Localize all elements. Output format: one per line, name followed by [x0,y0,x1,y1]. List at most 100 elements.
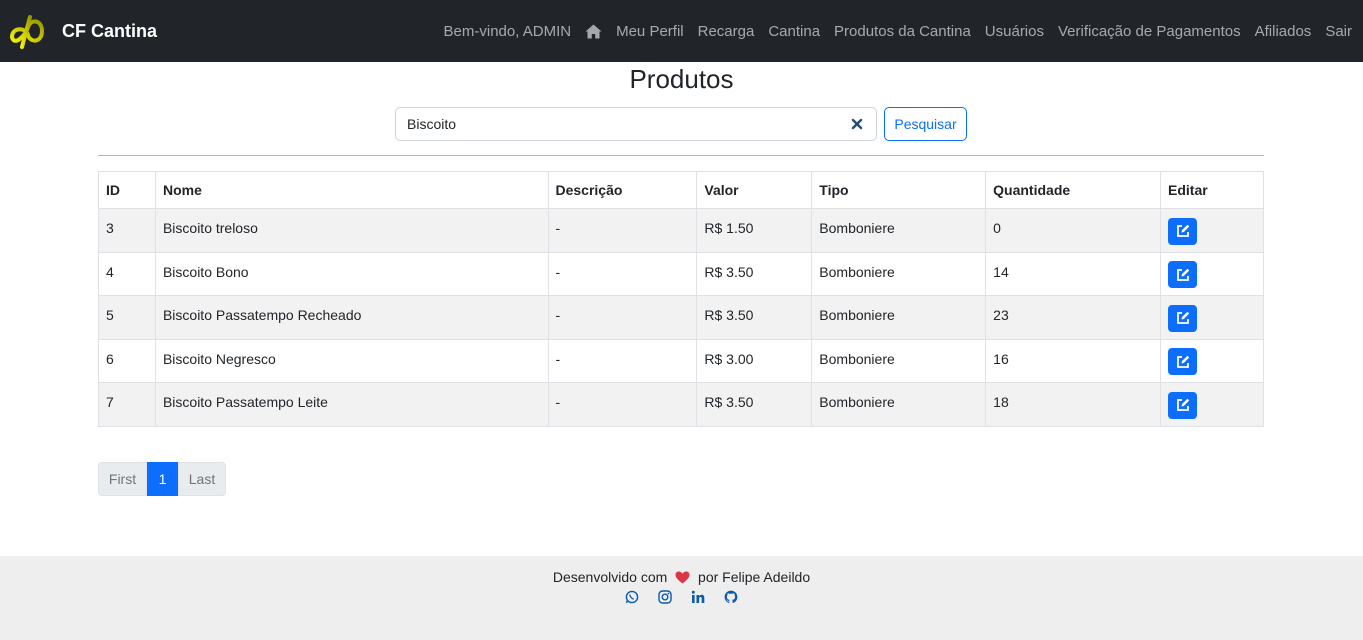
edit-button[interactable] [1168,217,1198,245]
cell-valor-text: R$ 1.50 [704,220,754,237]
cell-id: 7 [98,382,156,427]
edit-icon [1176,268,1189,281]
cell-descricao-text: - [555,350,561,367]
cell-id-text: 4 [106,263,114,280]
cell-nome-text: Biscoito Bono [162,263,249,280]
cell-descricao: - [547,338,698,383]
nav-usuarios[interactable]: Usuários [978,23,1051,40]
footer-text-before: Desenvolvido com [552,569,668,585]
cell-quantidade: 23 [985,295,1162,340]
cell-valor: R$ 1.50 [696,208,813,253]
cell-tipo: Bomboniere [811,338,987,383]
linkedin-icon [691,590,705,603]
footer: Desenvolvido com por Felipe Adeildo [0,556,1363,640]
linkedin-link[interactable] [691,590,705,604]
edit-icon [1176,399,1189,412]
cell-descricao: - [547,208,698,253]
cell-id: 5 [98,295,156,340]
cell-quantidade-text: 16 [993,350,1009,367]
cell-nome-text: Biscoito Passatempo Recheado [162,307,362,324]
cell-quantidade: 0 [985,208,1162,253]
github-link[interactable] [724,590,738,604]
close-icon[interactable] [850,117,864,131]
welcome-text: Bem-vindo, ADMIN [443,22,572,40]
cell-id-text: 5 [106,307,114,324]
table-row: 6 Biscoito Negresco - R$ 3.00 Bomboniere… [98,338,1264,383]
header-id: ID [98,171,156,209]
header-tipo: Tipo [811,171,987,209]
cell-quantidade-text: 23 [993,307,1009,324]
cell-descricao-text: - [555,394,561,411]
nav-verificacao-pagamentos[interactable]: Verificação de Pagamentos [1051,23,1248,40]
cell-descricao-text: - [555,220,561,237]
whatsapp-link[interactable] [625,590,639,604]
cell-editar [1160,295,1264,340]
cell-valor-text: R$ 3.50 [704,307,754,324]
cell-valor: R$ 3.50 [696,382,813,427]
edit-button[interactable] [1168,348,1198,376]
nav-home[interactable] [578,24,609,39]
cell-valor: R$ 3.50 [696,251,813,296]
instagram-icon [658,590,672,604]
instagram-link[interactable] [658,590,672,604]
table-header-row: ID Nome Descrição Valor Tipo Quantidade … [98,171,1264,209]
logo-icon [9,15,45,49]
search-button[interactable]: Pesquisar [884,107,967,141]
whatsapp-icon [625,590,639,604]
cell-descricao: - [547,251,698,296]
header-descricao: Descrição [547,171,698,209]
home-icon [585,24,602,38]
table-row: 3 Biscoito treloso - R$ 1.50 Bomboniere … [98,208,1264,253]
cell-id: 6 [98,338,156,383]
cell-id: 4 [98,251,156,296]
page-first-button[interactable]: First [98,462,147,496]
edit-button[interactable] [1168,391,1198,419]
cell-valor-text: R$ 3.50 [704,394,754,411]
cell-tipo: Bomboniere [811,382,987,427]
cell-tipo-text: Bomboniere [819,350,895,367]
cell-quantidade: 16 [985,338,1162,383]
cell-tipo-text: Bomboniere [819,220,895,237]
cell-valor: R$ 3.00 [696,338,813,383]
cell-tipo-text: Bomboniere [819,394,895,411]
cell-nome: Biscoito Passatempo Leite [154,382,549,427]
nav-cantina[interactable]: Cantina [761,23,827,40]
cell-descricao: - [547,382,698,427]
cell-tipo: Bomboniere [811,208,987,253]
edit-icon [1176,225,1189,238]
search-field [395,107,877,141]
nav-produtos-da-cantina[interactable]: Produtos da Cantina [827,23,978,40]
cell-valor-text: R$ 3.50 [704,263,754,280]
cell-quantidade-text: 0 [993,220,1001,237]
navbar: CF Cantina Bem-vindo, ADMIN Meu Perfil R… [0,0,1363,62]
header-quantidade: Quantidade [985,171,1162,209]
cell-editar [1160,338,1264,383]
table-row: 4 Biscoito Bono - R$ 3.50 Bomboniere 14 [98,251,1264,296]
edit-button[interactable] [1168,304,1198,332]
cell-id-text: 6 [106,350,114,367]
cell-quantidade: 14 [985,251,1162,296]
cell-tipo: Bomboniere [811,251,987,296]
cell-editar [1160,251,1264,296]
cell-tipo-text: Bomboniere [819,263,895,280]
header-editar: Editar [1160,171,1264,209]
cell-valor: R$ 3.50 [696,295,813,340]
footer-text-after: por Felipe Adeildo [698,569,811,585]
brand[interactable]: CF Cantina [8,11,157,51]
header-valor: Valor [696,171,813,209]
edit-button[interactable] [1168,261,1198,289]
search-input[interactable] [396,108,816,140]
cell-nome-text: Biscoito treloso [162,220,258,237]
footer-credit: Desenvolvido com por Felipe Adeildo [0,569,1363,585]
page-last-button[interactable]: Last [178,462,226,496]
cell-tipo-text: Bomboniere [819,307,895,324]
nav-recarga[interactable]: Recarga [691,23,762,40]
cell-id-text: 7 [106,394,114,411]
nav-afiliados[interactable]: Afiliados [1248,23,1319,40]
cell-id: 3 [98,208,156,253]
page-current-button[interactable]: 1 [147,462,178,496]
nav-sair[interactable]: Sair [1318,23,1359,40]
nav-meu-perfil[interactable]: Meu Perfil [609,23,691,40]
table-row: 5 Biscoito Passatempo Recheado - R$ 3.50… [98,295,1264,340]
cell-nome-text: Biscoito Passatempo Leite [162,394,328,411]
